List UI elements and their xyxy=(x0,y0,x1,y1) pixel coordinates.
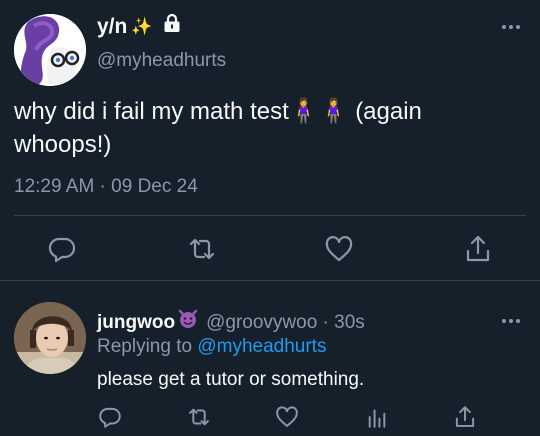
smiling-devil-icon xyxy=(178,309,198,336)
like-icon[interactable] xyxy=(274,404,300,430)
tweet-text: why did i fail my math test🧍‍♀️🧍‍♀️ (aga… xyxy=(14,98,422,158)
sparkles-icon: ✨ xyxy=(131,17,153,36)
tweet-timestamp[interactable]: 12:29 AM · 09 Dec 24 xyxy=(14,175,198,199)
handle[interactable]: @myheadhurts xyxy=(97,49,226,73)
divider xyxy=(0,280,540,281)
retweet-icon[interactable] xyxy=(186,404,212,430)
retweet-icon[interactable] xyxy=(186,233,218,265)
reply-time[interactable]: 30s xyxy=(334,311,365,335)
reply-header: jungwoo @groovywoo · 30s xyxy=(97,309,365,336)
separator-dot: · xyxy=(317,311,335,333)
display-name[interactable]: y/n ✨ xyxy=(97,13,181,41)
share-icon[interactable] xyxy=(462,233,494,265)
display-name[interactable]: jungwoo xyxy=(97,311,175,335)
more-options-icon[interactable] xyxy=(499,20,523,32)
replying-to: Replying to @myheadhurts xyxy=(97,335,326,359)
avatar[interactable] xyxy=(14,302,86,374)
reply-icon[interactable] xyxy=(97,404,123,430)
reply-text: please get a tutor or something. xyxy=(97,369,365,390)
more-options-icon[interactable] xyxy=(499,314,523,326)
replying-to-link[interactable]: @myheadhurts xyxy=(197,336,326,357)
avatar[interactable] xyxy=(14,14,86,86)
reply-icon[interactable] xyxy=(46,233,78,265)
lock-icon xyxy=(163,13,181,41)
display-name-text: y/n xyxy=(97,15,128,38)
analytics-icon[interactable] xyxy=(364,404,390,430)
divider xyxy=(14,215,526,216)
tweet-thread: y/n ✨ @myheadhurts why did i fail my mat… xyxy=(0,0,540,436)
handle[interactable]: @groovywoo xyxy=(206,311,317,335)
replying-to-label: Replying to xyxy=(97,336,198,357)
share-icon[interactable] xyxy=(452,404,478,430)
like-icon[interactable] xyxy=(323,233,355,265)
